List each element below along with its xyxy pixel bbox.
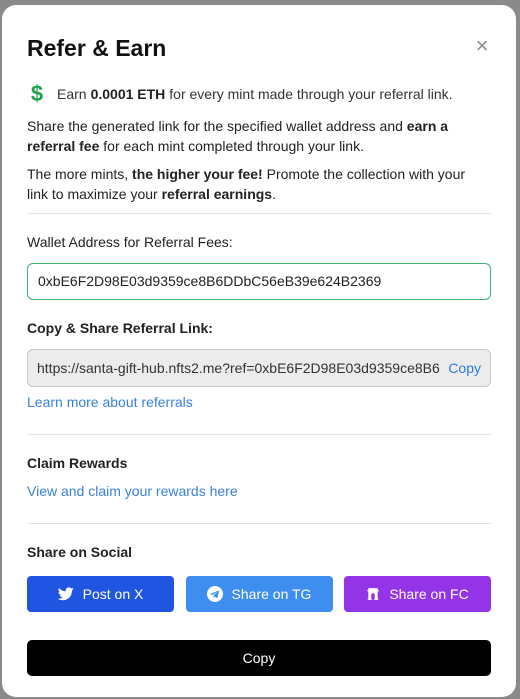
p2-text-e: . xyxy=(272,186,276,202)
wallet-address-input[interactable]: 0xbE6F2D98E03d9359ce8B6DDbC56eB39e624B23… xyxy=(27,263,491,300)
twitter-bird-icon xyxy=(57,587,74,601)
wallet-label: Wallet Address for Referral Fees: xyxy=(27,234,233,250)
learn-more-link[interactable]: Learn more about referrals xyxy=(27,394,193,410)
share-on-fc-label: Share on FC xyxy=(389,586,469,602)
share-description: Share the generated link for the specifi… xyxy=(27,116,467,156)
earn-suffix: for every mint made through your referra… xyxy=(169,86,453,102)
share-social-heading: Share on Social xyxy=(27,544,133,560)
telegram-icon xyxy=(206,586,223,602)
earn-info-row: $ Earn 0.0001 ETH for every mint made th… xyxy=(27,83,453,105)
referral-link-text[interactable]: https://santa-gift-hub.nfts2.me?ref=0xbE… xyxy=(28,360,440,376)
copy-link-button[interactable]: Copy xyxy=(440,360,490,376)
referral-link-field: https://santa-gift-hub.nfts2.me?ref=0xbE… xyxy=(27,349,491,387)
farcaster-icon xyxy=(366,587,380,601)
divider xyxy=(27,434,491,435)
promote-description: The more mints, the higher your fee! Pro… xyxy=(27,164,467,204)
copy-button[interactable]: Copy xyxy=(27,640,491,676)
share-on-fc-button[interactable]: Share on FC xyxy=(344,576,491,612)
close-icon[interactable]: × xyxy=(474,35,490,57)
social-buttons-row: Post on X Share on TG Share on FC xyxy=(27,576,491,612)
p2-text-bold-1: the higher your fee! xyxy=(132,166,263,182)
earn-amount: 0.0001 ETH xyxy=(90,86,166,102)
refer-earn-modal: Refer & Earn × $ Earn 0.0001 ETH for eve… xyxy=(2,5,516,697)
dollar-icon: $ xyxy=(30,81,44,106)
divider xyxy=(27,523,491,524)
claim-rewards-heading: Claim Rewards xyxy=(27,455,128,471)
p2-text-a: The more mints, xyxy=(27,166,133,182)
claim-rewards-link[interactable]: View and claim your rewards here xyxy=(27,483,238,499)
p1-text-a: Share the generated link for the specifi… xyxy=(27,118,407,134)
referral-link-label: Copy & Share Referral Link: xyxy=(27,320,213,336)
share-on-tg-button[interactable]: Share on TG xyxy=(185,576,333,612)
post-on-x-button[interactable]: Post on X xyxy=(27,576,174,612)
p1-text-c: for each mint completed through your lin… xyxy=(99,138,364,154)
divider xyxy=(27,213,491,214)
p2-text-bold-2: referral earnings xyxy=(161,186,273,202)
modal-title: Refer & Earn xyxy=(27,35,167,61)
earn-prefix: Earn xyxy=(57,86,87,102)
share-on-tg-label: Share on TG xyxy=(231,586,312,602)
post-on-x-label: Post on X xyxy=(82,586,144,602)
